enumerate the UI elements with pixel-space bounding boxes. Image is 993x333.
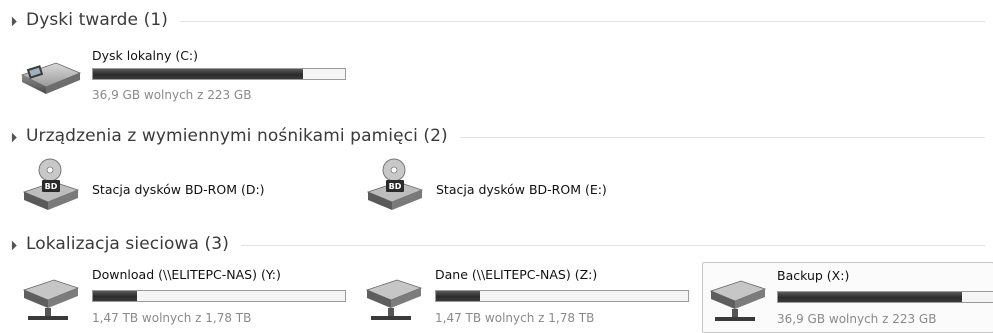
capacity-bar <box>92 68 346 80</box>
drive-item-x[interactable]: Backup (X:) 36,9 GB wolnych z 223 GB <box>702 262 993 333</box>
drive-name: Backup (X:) <box>777 268 850 283</box>
bd-rom-drive-icon: BD <box>366 158 424 210</box>
drive-item-d[interactable]: BD Stacja dysków BD-ROM (D:) <box>18 158 338 218</box>
group-header-hard-disks[interactable]: ◢ Dyski twarde (1) <box>6 9 985 31</box>
drive-name: Stacja dysków BD-ROM (D:) <box>92 182 265 197</box>
free-space-text: 1,47 TB wolnych z 1,78 TB <box>92 311 252 325</box>
drive-item-y[interactable]: Download (\\ELITEPC-NAS) (Y:) 1,47 TB wo… <box>18 266 358 331</box>
group-title: Lokalizacja sieciowa (3) <box>26 234 229 254</box>
group-title: Dyski twarde (1) <box>26 10 168 30</box>
capacity-bar <box>435 290 689 302</box>
bd-rom-drive-icon: BD <box>22 158 80 210</box>
drive-name: Dysk lokalny (C:) <box>92 48 199 63</box>
collapse-triangle-icon[interactable]: ◢ <box>6 128 22 144</box>
free-space-text: 36,9 GB wolnych z 223 GB <box>777 312 937 326</box>
capacity-bar-fill <box>778 292 962 302</box>
network-drive-icon <box>709 280 767 321</box>
group-divider <box>180 20 985 22</box>
network-drive-icon <box>22 279 80 320</box>
drive-name: Download (\\ELITEPC-NAS) (Y:) <box>92 267 281 282</box>
group-divider <box>459 136 985 138</box>
group-divider <box>240 244 985 246</box>
group-header-removable[interactable]: ◢ Urządzenia z wymiennymi nośnikami pami… <box>6 125 985 147</box>
capacity-bar <box>777 291 993 303</box>
capacity-bar-fill <box>93 291 137 301</box>
svg-text:BD: BD <box>389 182 402 191</box>
hard-disk-icon <box>20 62 82 94</box>
capacity-bar-fill <box>93 69 304 79</box>
drive-name: Dane (\\ELITEPC-NAS) (Z:) <box>435 267 598 282</box>
capacity-bar <box>92 290 346 302</box>
collapse-triangle-icon[interactable]: ◢ <box>6 236 22 252</box>
free-space-text: 1,47 TB wolnych z 1,78 TB <box>435 311 595 325</box>
drive-item-e[interactable]: BD Stacja dysków BD-ROM (E:) <box>362 158 682 218</box>
drive-item-z[interactable]: Dane (\\ELITEPC-NAS) (Z:) 1,47 TB wolnyc… <box>361 266 701 331</box>
collapse-triangle-icon[interactable]: ◢ <box>6 12 22 28</box>
group-header-network[interactable]: ◢ Lokalizacja sieciowa (3) <box>6 233 985 255</box>
drive-name: Stacja dysków BD-ROM (E:) <box>436 182 607 197</box>
group-title: Urządzenia z wymiennymi nośnikami pamięc… <box>26 126 448 146</box>
svg-text:BD: BD <box>45 182 58 191</box>
network-drive-icon <box>365 279 423 320</box>
free-space-text: 36,9 GB wolnych z 223 GB <box>92 88 252 102</box>
capacity-bar-fill <box>436 291 480 301</box>
drive-item-c[interactable]: Dysk lokalny (C:) 36,9 GB wolnych z 223 … <box>18 47 358 109</box>
